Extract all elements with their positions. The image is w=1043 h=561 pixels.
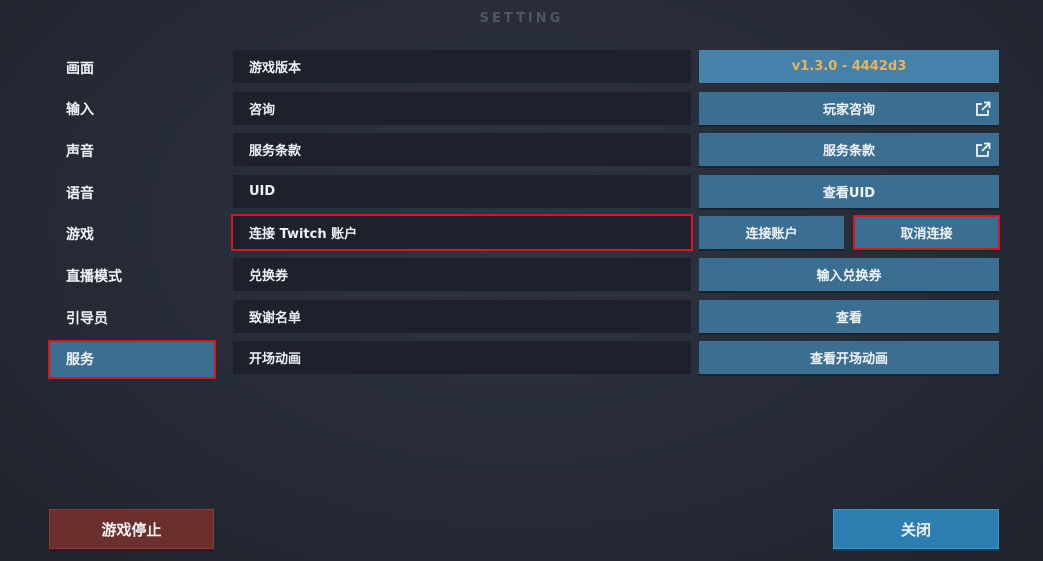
sidebar-item-guide[interactable]: 引导员 <box>50 300 214 335</box>
terms-of-service-button[interactable]: 服务条款 <box>699 133 999 166</box>
row-label: 连接 Twitch 账户 <box>231 214 693 251</box>
view-opening-button[interactable]: 查看开场动画 <box>699 341 999 374</box>
page-title: SETTING <box>479 11 564 26</box>
sidebar-item-service[interactable]: 服务 <box>48 339 216 379</box>
view-uid-button[interactable]: 查看UID <box>699 175 999 208</box>
button-label: 玩家咨询 <box>822 103 875 118</box>
sidebar-item-voice[interactable]: 语音 <box>50 175 214 210</box>
sidebar: 画面 输入 声音 语音 游戏 直播模式 引导员 服务 <box>48 50 216 384</box>
enter-coupon-button[interactable]: 输入兑换券 <box>699 258 999 291</box>
row-twitch: 连接 Twitch 账户 连接账户 取消连接 <box>231 214 1000 251</box>
row-label: UID <box>233 175 691 208</box>
row-coupon: 兑换券 输入兑换券 <box>233 258 999 291</box>
player-inquiry-button[interactable]: 玩家咨询 <box>699 92 999 125</box>
external-link-icon <box>976 142 991 157</box>
row-version: 游戏版本 v1.3.0 - 4442d3 <box>233 50 999 83</box>
row-label: 开场动画 <box>233 341 691 374</box>
close-button[interactable]: 关闭 <box>833 509 999 549</box>
sidebar-item-sound[interactable]: 声音 <box>50 133 214 168</box>
button-label: 服务条款 <box>822 144 875 159</box>
sidebar-item-game[interactable]: 游戏 <box>50 217 214 252</box>
row-terms: 服务条款 服务条款 <box>233 133 999 166</box>
row-label: 兑换券 <box>233 258 691 291</box>
row-label: 咨询 <box>233 92 691 125</box>
sidebar-item-streaming[interactable]: 直播模式 <box>50 258 214 293</box>
sidebar-item-input[interactable]: 输入 <box>50 92 214 127</box>
view-credits-button[interactable]: 查看 <box>699 300 999 333</box>
row-uid: UID 查看UID <box>233 175 999 208</box>
connect-account-button[interactable]: 连接账户 <box>699 216 844 249</box>
row-inquiry: 咨询 玩家咨询 <box>233 92 999 125</box>
disconnect-button[interactable]: 取消连接 <box>853 215 1000 250</box>
row-label: 游戏版本 <box>233 50 691 83</box>
row-label: 致谢名单 <box>233 300 691 333</box>
version-display: v1.3.0 - 4442d3 <box>699 50 999 83</box>
external-link-icon <box>976 101 991 116</box>
row-credits: 致谢名单 查看 <box>233 300 999 333</box>
stop-game-button[interactable]: 游戏停止 <box>49 509 214 549</box>
sidebar-item-display[interactable]: 画面 <box>50 50 214 85</box>
row-label: 服务条款 <box>233 133 691 166</box>
row-opening: 开场动画 查看开场动画 <box>233 341 999 374</box>
